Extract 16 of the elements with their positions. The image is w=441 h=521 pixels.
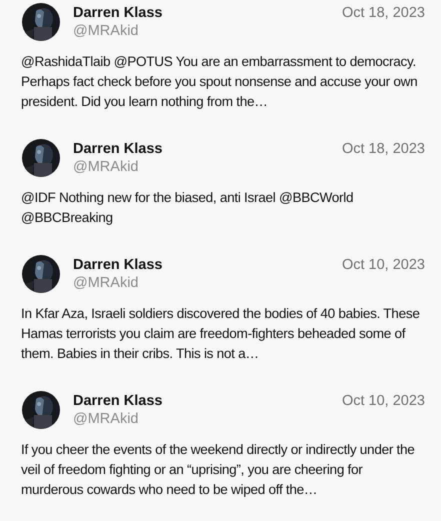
tweet-text: If you cheer the events of the weekend directly or indirectly under the veil of freedom fighting or an “uprising”, you are cheering for murderous cowards who need to be wiped off the…: [21, 441, 416, 499]
user-handle: @MRAkid: [73, 410, 140, 428]
user-handle: @MRAkid: [73, 22, 140, 40]
tweet-text: In Kfar Aza, Israeli soldiers discovered the bodies of 40 babies. These Hamas terrorists you claim are freedom-fighters beheaded some of them. Babies in their cribs. This is not a…: [21, 305, 421, 363]
tweet-date: Oct 18, 2023: [342, 5, 425, 22]
user-name[interactable]: Darren Klass: [73, 393, 342, 410]
user-name[interactable]: Darren Klass: [73, 141, 342, 158]
user-name[interactable]: Darren Klass: [73, 5, 342, 22]
user-handle: @MRAkid: [73, 158, 140, 176]
user-name[interactable]: Darren Klass: [73, 257, 342, 274]
tweet-date: Oct 10, 2023: [342, 393, 425, 410]
tweet-date: Oct 18, 2023: [342, 141, 425, 158]
tweet-text: @RashidaTlaib @POTUS You are an embarrassment to democracy. Perhaps fact check before you spout nonsense and accuse your own president. Did you learn nothing from the…: [21, 53, 418, 111]
tweet-date: Oct 10, 2023: [342, 257, 425, 274]
user-handle: @MRAkid: [73, 274, 140, 292]
tweet-text: @IDF Nothing new for the biased, anti Israel @BBCWorld @BBCBreaking: [21, 189, 354, 227]
